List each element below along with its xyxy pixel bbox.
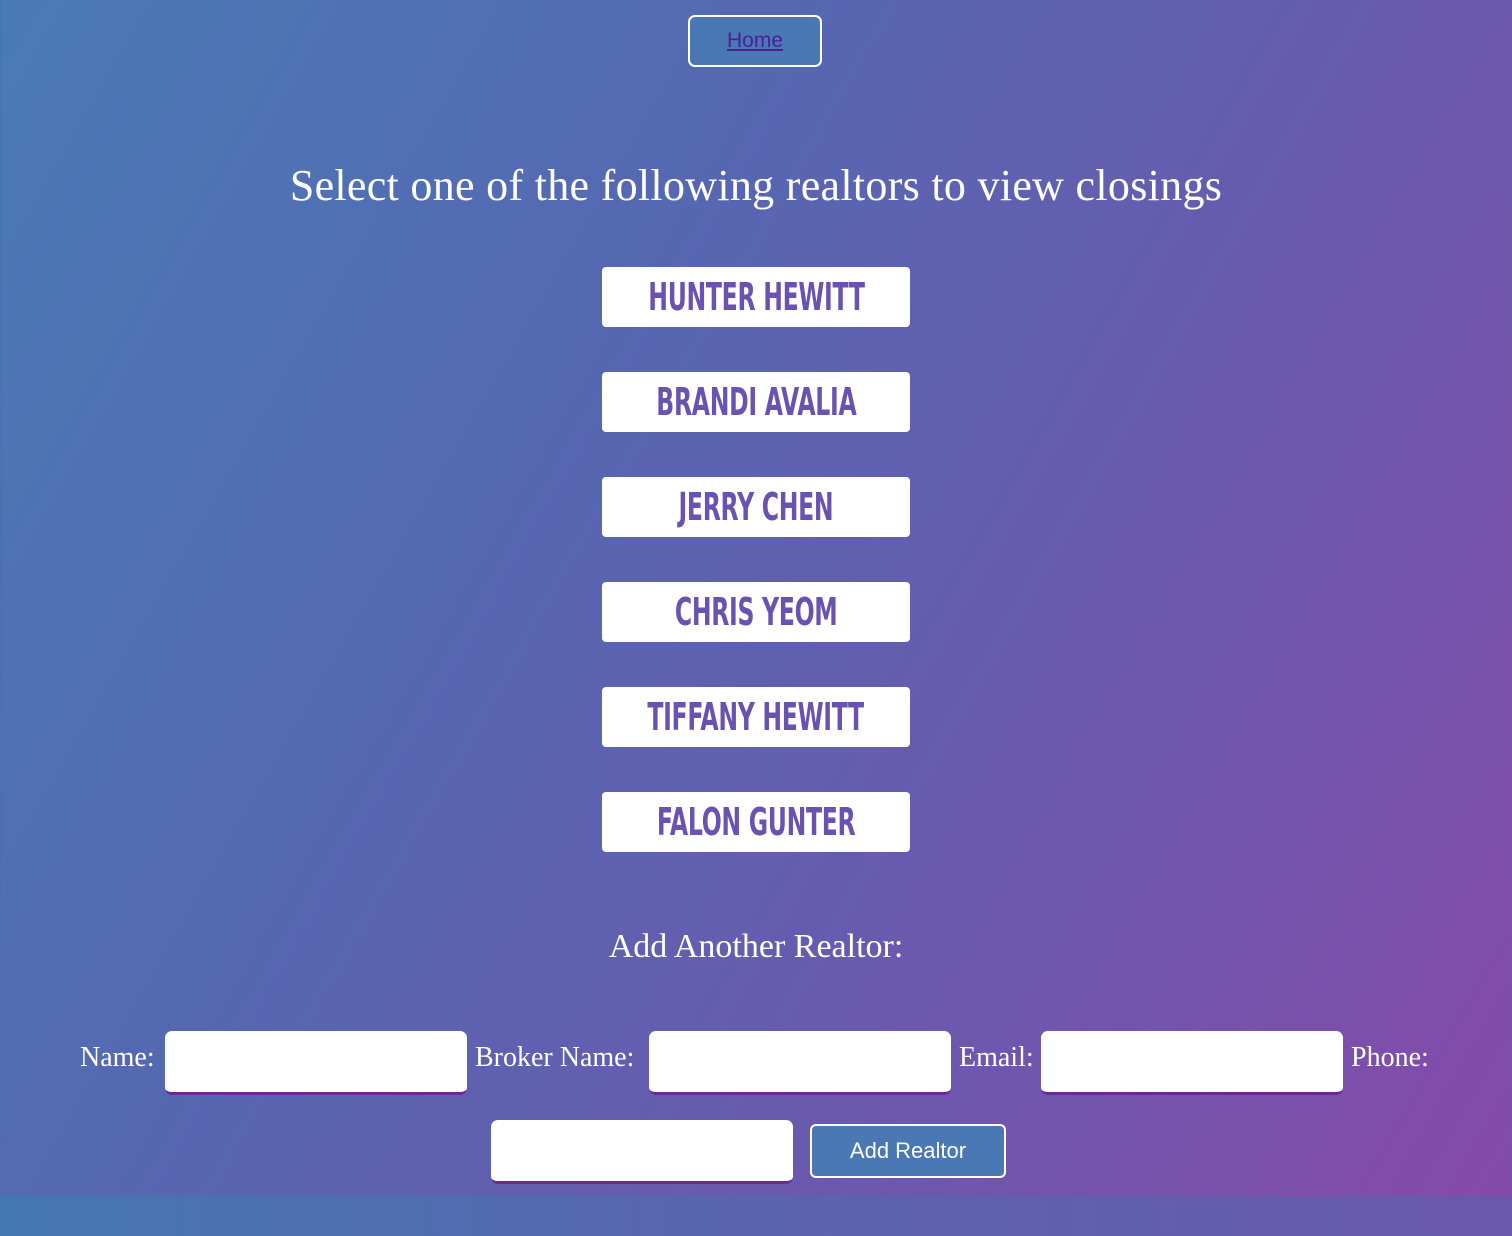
realtor-button-falon-gunter[interactable]: Falon Gunter xyxy=(602,792,910,852)
phone-label: Phone: xyxy=(1351,1042,1429,1073)
realtor-button-tiffany-hewitt[interactable]: Tiffany Hewitt xyxy=(602,687,910,747)
realtor-name: Hunter Hewitt xyxy=(647,275,865,319)
realtor-button-brandi-avalia[interactable]: Brandi Avalia xyxy=(602,372,910,432)
page-bottom-background xyxy=(0,1196,1512,1236)
realtor-name: Tiffany Hewitt xyxy=(647,695,865,739)
broker-name-input[interactable] xyxy=(649,1031,951,1095)
phone-input[interactable] xyxy=(491,1120,793,1184)
page-title: Select one of the following realtors to … xyxy=(289,161,1223,210)
realtor-name: Falon Gunter xyxy=(656,800,856,844)
realtor-name: Chris Yeom xyxy=(674,590,838,634)
name-input[interactable] xyxy=(165,1031,467,1095)
home-button[interactable]: Home xyxy=(688,15,822,67)
realtor-button-hunter-hewitt[interactable]: Hunter Hewitt xyxy=(602,267,910,327)
add-realtor-title: Add Another Realtor: xyxy=(608,928,904,965)
broker-name-label: Broker Name: xyxy=(475,1042,635,1073)
add-realtor-button[interactable]: Add Realtor xyxy=(810,1124,1006,1178)
realtor-name: Brandi Avalia xyxy=(655,380,857,424)
email-input[interactable] xyxy=(1041,1031,1343,1095)
page-container: Home Select one of the following realtor… xyxy=(2,0,1510,1196)
realtor-name: Jerry Chen xyxy=(678,485,834,529)
realtor-button-jerry-chen[interactable]: Jerry Chen xyxy=(602,477,910,537)
realtor-button-chris-yeom[interactable]: Chris Yeom xyxy=(602,582,910,642)
home-link[interactable]: Home xyxy=(727,29,783,53)
email-label: Email: xyxy=(959,1042,1034,1073)
name-label: Name: xyxy=(80,1042,155,1073)
